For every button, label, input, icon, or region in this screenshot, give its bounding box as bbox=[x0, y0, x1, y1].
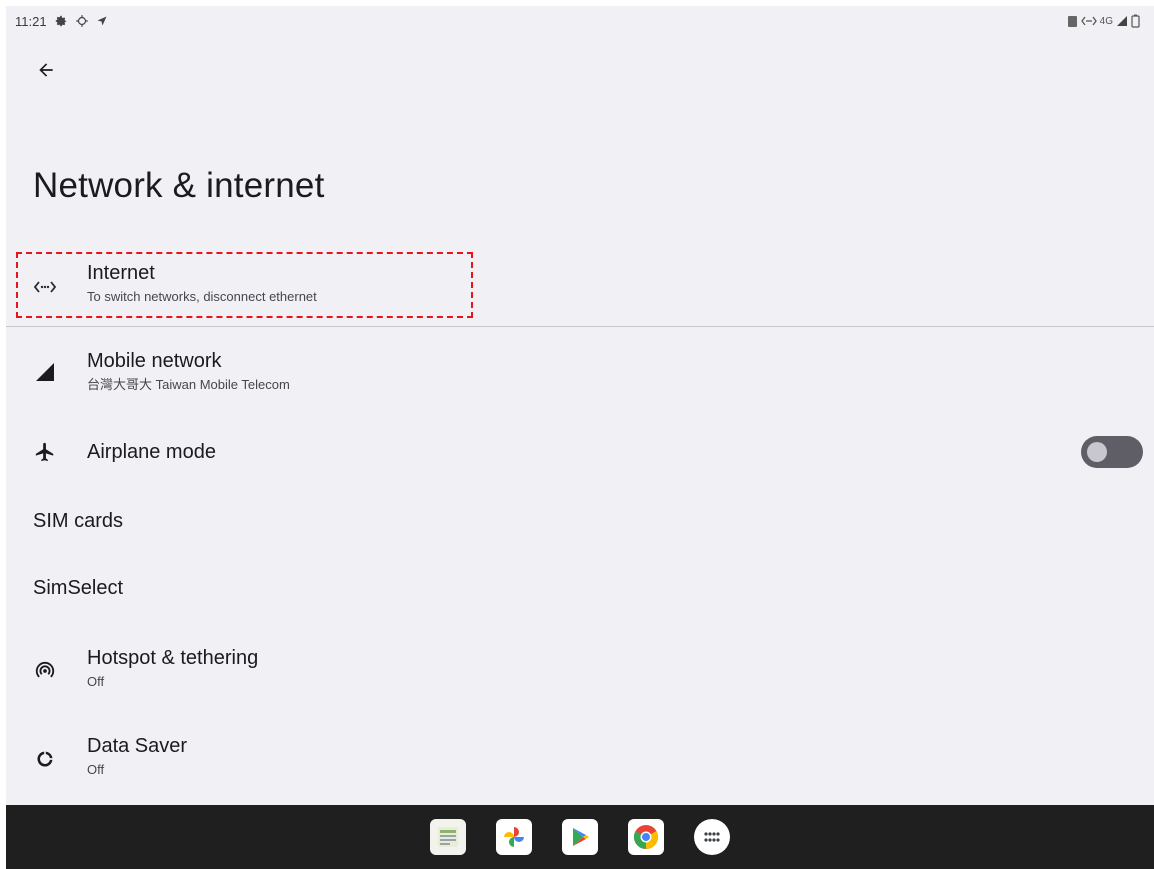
hotspot-icon bbox=[33, 659, 57, 683]
internet-item[interactable]: Internet To switch networks, disconnect … bbox=[6, 256, 1154, 318]
data-saver-title: Data Saver bbox=[87, 735, 188, 757]
hotspot-tethering-item[interactable]: Hotspot & tethering Off bbox=[6, 638, 1154, 700]
hotspot-subtitle: Off bbox=[87, 674, 105, 689]
simselect-title: SimSelect bbox=[33, 577, 124, 599]
internet-subtitle: To switch networks, disconnect ethernet bbox=[87, 289, 317, 304]
data-saver-item[interactable]: Data Saver Off bbox=[6, 726, 1154, 788]
simselect-item[interactable]: SimSelect bbox=[6, 563, 1154, 613]
mobile-network-subtitle: 台灣大哥大 Taiwan Mobile Telecom bbox=[87, 377, 290, 392]
mobile-network-item[interactable]: Mobile network 台灣大哥大 Taiwan Mobile Telec… bbox=[6, 341, 1154, 403]
airplane-icon bbox=[33, 440, 57, 464]
cell-signal-icon bbox=[1116, 15, 1128, 27]
status-bar: 11:21 4G bbox=[6, 6, 1154, 36]
settings-screen: 11:21 4G Network & internet Internet To … bbox=[6, 6, 1154, 869]
ethernet-icon bbox=[33, 275, 57, 299]
settings-gear-icon bbox=[54, 14, 68, 28]
sim-cards-item[interactable]: SIM cards bbox=[6, 496, 1154, 546]
data-saver-icon bbox=[33, 747, 57, 771]
airplane-mode-toggle[interactable] bbox=[1081, 436, 1143, 468]
battery-icon bbox=[1131, 14, 1140, 28]
mobile-network-title: Mobile network bbox=[87, 350, 222, 372]
location-arrow-icon bbox=[96, 15, 108, 27]
sheets-app-icon[interactable] bbox=[430, 819, 466, 855]
network-type-label: 4G bbox=[1099, 15, 1113, 27]
app-drawer-icon[interactable] bbox=[694, 819, 730, 855]
sim-cards-title: SIM cards bbox=[33, 510, 124, 532]
divider bbox=[6, 326, 1154, 327]
ethernet-status-icon bbox=[1080, 16, 1097, 26]
debug-icon bbox=[75, 14, 89, 28]
status-left: 11:21 bbox=[15, 14, 108, 29]
taskbar bbox=[6, 805, 1154, 869]
chrome-icon[interactable] bbox=[628, 819, 664, 855]
status-right: 4G bbox=[1067, 14, 1140, 28]
airplane-mode-item[interactable]: Airplane mode bbox=[6, 426, 1154, 478]
back-arrow-icon bbox=[39, 63, 53, 77]
page-title: Network & internet bbox=[33, 166, 325, 205]
airplane-mode-title: Airplane mode bbox=[87, 441, 216, 463]
sim-icon bbox=[1067, 15, 1078, 28]
back-button[interactable] bbox=[30, 54, 62, 86]
signal-icon bbox=[33, 360, 57, 384]
status-time: 11:21 bbox=[15, 13, 47, 29]
internet-title: Internet bbox=[87, 262, 155, 284]
hotspot-title: Hotspot & tethering bbox=[87, 647, 259, 669]
data-saver-subtitle: Off bbox=[87, 762, 105, 777]
play-store-icon[interactable] bbox=[562, 819, 598, 855]
toggle-knob bbox=[1087, 442, 1107, 462]
photos-app-icon[interactable] bbox=[496, 819, 532, 855]
